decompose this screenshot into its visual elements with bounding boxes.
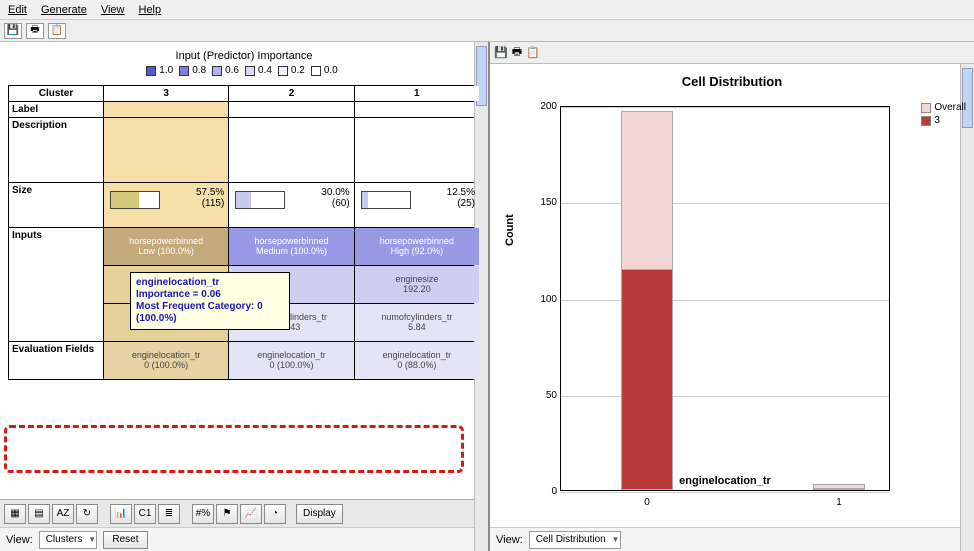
percent-icon[interactable]: #% [192, 504, 214, 524]
eval-c1[interactable]: enginelocation_tr0 (88.0%) [354, 341, 479, 379]
sort-az-icon[interactable]: AZ [52, 504, 74, 524]
r-save-icon[interactable]: 💾 [494, 46, 508, 59]
hdr-c2[interactable]: 2 [229, 85, 354, 101]
size-c3[interactable]: 57.5%(115) [104, 182, 229, 227]
main-split: Input (Predictor) Importance 1.00.80.60.… [0, 42, 974, 551]
menubar: Edit Generate View Help [0, 0, 974, 20]
label-c1[interactable] [354, 101, 479, 117]
table-view-icon[interactable]: ▦ [4, 504, 26, 524]
list-icon[interactable]: ≣ [158, 504, 180, 524]
hdr-cluster[interactable]: Cluster [9, 85, 104, 101]
row-size: Size [9, 182, 104, 227]
menu-view[interactable]: View [101, 4, 125, 16]
inp-r1-c1[interactable]: enginesize192.20 [354, 265, 479, 303]
row-evaluation: Evaluation Fields [9, 341, 104, 379]
inp-r2-c1[interactable]: numofcylinders_tr5.84 [354, 303, 479, 341]
y-axis-label: Count [504, 214, 516, 246]
eval-c3[interactable]: enginelocation_tr0 (100.0%) [104, 341, 229, 379]
eval-c2[interactable]: enginelocation_tr0 (100.0%) [229, 341, 354, 379]
inp-r0-c3[interactable]: horsepowerbinnedLow (100.0%) [104, 227, 229, 265]
chart-area: Cell Distribution 05010015020001 Count e… [490, 64, 974, 527]
flag-icon[interactable]: ⚑ [216, 504, 238, 524]
pie-icon[interactable]: ◔ [264, 504, 286, 524]
inp-r0-c2[interactable]: horsepowerbinnedMedium (100.0%) [229, 227, 354, 265]
chart-bar-icon[interactable]: 📊 [110, 504, 132, 524]
cluster-table: Cluster 3 2 1 Label Description [8, 85, 480, 380]
row-inputs: Inputs [9, 227, 104, 341]
right-toolbar: 💾 🖶 📋 [490, 42, 974, 64]
desc-c1[interactable] [354, 117, 479, 182]
compare-icon[interactable]: C1 [134, 504, 156, 524]
chart-plot[interactable]: 05010015020001 [560, 106, 890, 491]
label-c3[interactable] [104, 101, 229, 117]
refresh-icon[interactable]: ↻ [76, 504, 98, 524]
row-description: Description [9, 117, 104, 182]
left-pane: Input (Predictor) Importance 1.00.80.60.… [0, 42, 490, 551]
legend-3: 3 [934, 115, 940, 126]
right-pane: 💾 🖶 📋 Cell Distribution 05010015020001 C… [490, 42, 974, 551]
desc-c3[interactable] [104, 117, 229, 182]
grid-view-icon[interactable]: ▤ [28, 504, 50, 524]
label-c2[interactable] [229, 101, 354, 117]
menu-help[interactable]: Help [139, 4, 162, 16]
right-view-label: View: [496, 534, 523, 546]
importance-legend: Input (Predictor) Importance 1.00.80.60.… [0, 42, 488, 85]
hdr-c3[interactable]: 3 [104, 85, 229, 101]
desc-c2[interactable] [229, 117, 354, 182]
menu-edit[interactable]: Edit [8, 4, 27, 16]
chart-legend: Overall 3 [921, 102, 966, 128]
left-view-select[interactable]: Clusters [39, 531, 98, 549]
importance-title: Input (Predictor) Importance [0, 50, 488, 62]
reset-button[interactable]: Reset [103, 531, 147, 549]
tooltip: enginelocation_tr Importance = 0.06 Most… [130, 272, 290, 330]
hdr-c1[interactable]: 1 [354, 85, 479, 101]
legend-overall: Overall [934, 102, 966, 113]
save-icon[interactable]: 💾 [4, 23, 22, 39]
right-view-select[interactable]: Cell Distribution [529, 531, 621, 549]
left-view-bar: View: Clusters Reset [0, 527, 488, 551]
left-bottom-toolbar: ▦ ▤ AZ ↻ 📊 C1 ≣ #% ⚑ 📈 ◔ Display [0, 499, 488, 527]
display-button[interactable]: Display [296, 504, 343, 524]
print-icon[interactable]: 🖶 [26, 23, 44, 39]
r-copy-icon[interactable]: 📋 [526, 46, 540, 59]
r-print-icon[interactable]: 🖶 [512, 43, 522, 62]
menu-generate[interactable]: Generate [41, 4, 87, 16]
inp-r0-c1[interactable]: horsepowerbinnedHigh (92.0%) [354, 227, 479, 265]
size-c2[interactable]: 30.0%(60) [229, 182, 354, 227]
size-c1[interactable]: 12.5%(25) [354, 182, 479, 227]
copy-icon[interactable]: 📋 [48, 23, 66, 39]
row-label: Label [9, 101, 104, 117]
x-axis-label: enginelocation_tr [560, 475, 890, 487]
trend-icon[interactable]: 📈 [240, 504, 262, 524]
chart-title: Cell Distribution [496, 74, 968, 89]
right-view-bar: View: Cell Distribution [490, 527, 974, 551]
left-view-label: View: [6, 534, 33, 546]
top-toolbar: 💾 🖶 📋 [0, 20, 974, 42]
